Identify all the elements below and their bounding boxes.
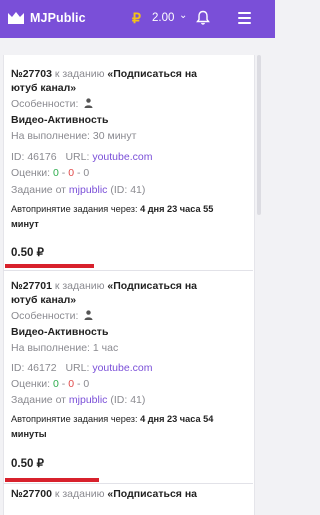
chevron-down-icon[interactable]: ⌄ — [179, 10, 187, 21]
task-category: Видео-Активность — [11, 114, 109, 126]
task-number[interactable]: №27701 — [11, 280, 52, 292]
logo-icon — [8, 12, 24, 24]
rating-dash: - — [76, 378, 81, 390]
ratings-label: Оценки: — [11, 378, 51, 390]
task-price: 0.50 ₽ — [11, 458, 44, 470]
id-label: ID: — [11, 362, 25, 374]
duration-label: На выполнение: — [11, 130, 90, 142]
logo[interactable]: MJPublic — [7, 9, 86, 27]
menu-icon[interactable] — [238, 12, 251, 24]
url-link[interactable]: youtube.com — [92, 362, 152, 374]
author-id: (ID: 41) — [110, 394, 146, 406]
task-to-label: к заданию — [54, 68, 105, 80]
ratings-label: Оценки: — [11, 167, 51, 179]
id-value: 46176 — [27, 151, 57, 163]
ruble-icon: ₽ — [132, 10, 141, 26]
auto-accept-label: Автопринятие задания через: — [11, 414, 138, 424]
price-underline — [5, 264, 94, 268]
rating-dash: - — [61, 378, 66, 390]
author-link[interactable]: mjpublic — [69, 394, 108, 406]
task-price: 0.50 ₽ — [11, 247, 44, 259]
rating-negative: 0 — [68, 378, 75, 390]
id-value: 46172 — [27, 362, 57, 374]
task-title-cont[interactable]: ютуб канал» — [11, 82, 76, 94]
author-id: (ID: 41) — [110, 184, 146, 196]
task-title[interactable]: «Подписаться на — [107, 280, 197, 292]
auto-accept-time-cont: минуты — [11, 429, 47, 439]
rating-other: 0 — [83, 167, 90, 179]
features-label: Особенности: — [11, 98, 79, 110]
scrollbar[interactable] — [257, 55, 261, 215]
balance-value[interactable]: 2.00 — [152, 12, 174, 24]
task-category: Видео-Активность — [11, 326, 109, 338]
logo-text: MJPublic — [30, 11, 86, 25]
user-icon — [84, 310, 93, 320]
user-icon — [84, 98, 93, 108]
rating-dash: - — [76, 167, 81, 179]
rating-positive: 0 — [53, 167, 59, 179]
rating-positive: 0 — [53, 378, 59, 390]
id-label: ID: — [11, 151, 25, 163]
duration-value: 30 минут — [92, 130, 137, 142]
url-label: URL: — [65, 151, 90, 163]
price-underline — [5, 478, 99, 482]
task-number[interactable]: №27703 — [11, 68, 52, 80]
url-link[interactable]: youtube.com — [92, 151, 152, 163]
duration-label: На выполнение: — [11, 342, 90, 354]
author-link[interactable]: mjpublic — [69, 184, 108, 196]
auto-accept-time: 4 дня 23 часа 54 — [140, 414, 214, 424]
task-title[interactable]: «Подписаться на — [107, 488, 197, 500]
from-label: Задание от — [11, 394, 66, 406]
card-divider — [3, 270, 253, 271]
top-bar: MJPublic ₽ 2.00 ⌄ — [0, 0, 275, 38]
task-number[interactable]: №27700 — [11, 488, 52, 500]
task-title[interactable]: «Подписаться на — [107, 68, 197, 80]
bell-icon[interactable] — [196, 10, 210, 26]
auto-accept-label: Автопринятие задания через: — [11, 204, 138, 214]
rating-dash: - — [61, 167, 66, 179]
card-divider — [3, 483, 253, 484]
task-to-label: к заданию — [54, 280, 105, 292]
task-title-cont[interactable]: ютуб канал» — [11, 294, 76, 306]
auto-accept-time-cont: минут — [11, 219, 39, 229]
url-label: URL: — [65, 362, 90, 374]
from-label: Задание от — [11, 184, 66, 196]
features-label: Особенности: — [11, 310, 79, 322]
rating-other: 0 — [83, 378, 90, 390]
task-to-label: к заданию — [54, 488, 105, 500]
auto-accept-time: 4 дня 23 часа 55 — [140, 204, 214, 214]
duration-value: 1 час — [92, 342, 119, 354]
rating-negative: 0 — [68, 167, 75, 179]
